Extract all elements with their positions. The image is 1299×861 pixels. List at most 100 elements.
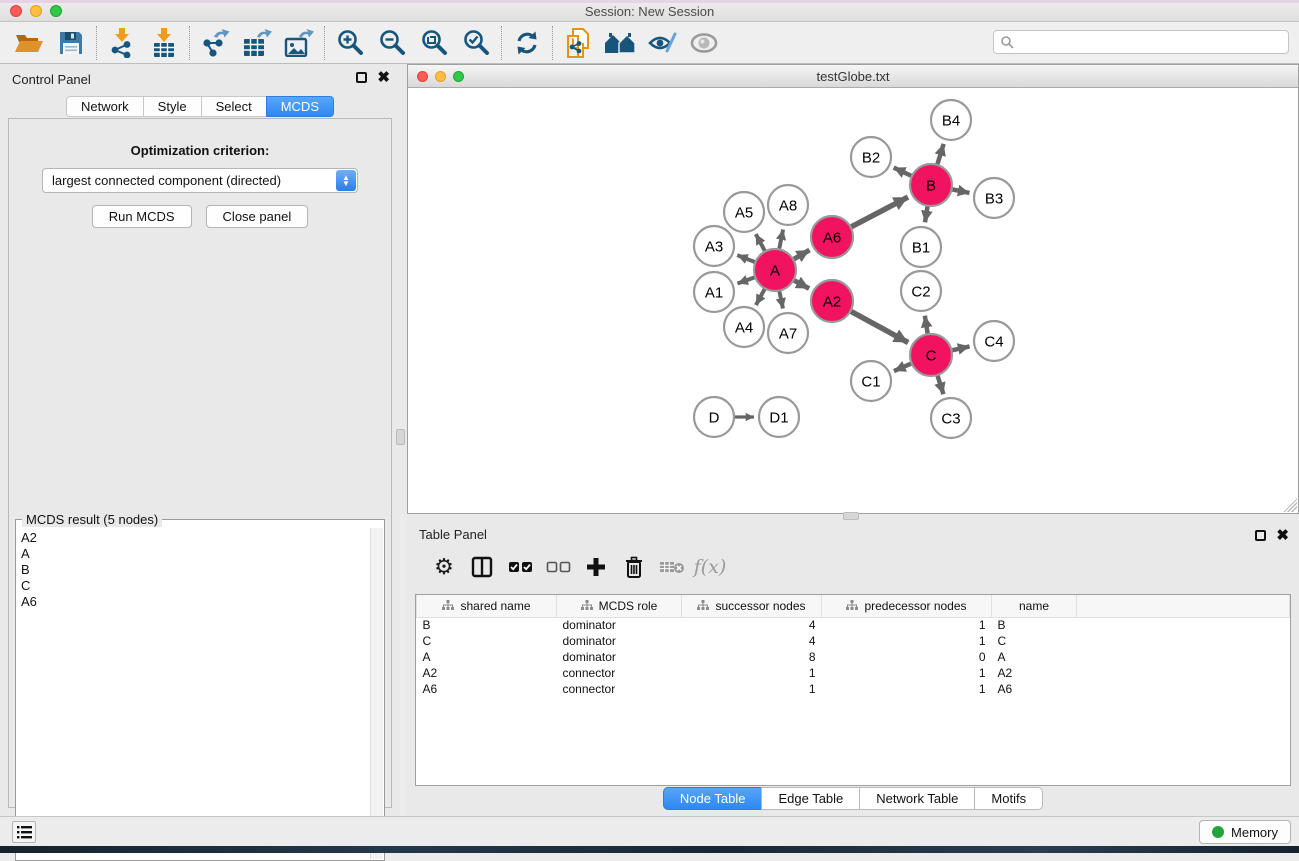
table-settings-button[interactable]: ⚙	[425, 550, 463, 584]
column-header-shared-name[interactable]: shared name	[417, 595, 557, 617]
task-list-icon	[17, 826, 32, 839]
result-scrollbar[interactable]	[370, 528, 383, 859]
memory-label: Memory	[1231, 825, 1278, 840]
tab-network[interactable]: Network	[66, 96, 143, 117]
graph-edge-A-A2[interactable]	[793, 280, 809, 289]
network-minimize-icon[interactable]	[435, 71, 446, 82]
mcds-result-title: MCDS result (5 nodes)	[22, 512, 162, 527]
show-graphics-details-button[interactable]	[683, 25, 725, 61]
table-row[interactable]: A dominator 8 0 A	[417, 649, 1290, 665]
window-resize-grip-icon[interactable]	[1283, 498, 1297, 512]
refresh-icon	[514, 30, 540, 56]
tab-select[interactable]: Select	[201, 96, 266, 117]
save-session-button[interactable]	[50, 25, 92, 61]
graph-edge-B-B2[interactable]	[894, 168, 912, 177]
export-network-button[interactable]	[194, 25, 236, 61]
zoom-selected-button[interactable]	[455, 25, 497, 61]
export-image-icon	[284, 29, 314, 57]
new-network-from-selection-button[interactable]	[557, 25, 599, 61]
function-builder-icon: f(x)	[694, 556, 727, 578]
horizontal-split-handle[interactable]	[843, 512, 859, 520]
column-header-predecessor-nodes[interactable]: predecessor nodes	[822, 595, 992, 617]
graph-edge-A6-B[interactable]	[851, 197, 908, 227]
split-view-button[interactable]	[463, 550, 501, 584]
select-all-columns-button[interactable]	[501, 550, 539, 584]
tab-motifs[interactable]: Motifs	[974, 787, 1043, 810]
network-graph[interactable]: AA1A2A3A4A5A6A7A8BB1B2B3B4CC1C2C3C4DD1	[408, 88, 1298, 513]
close-table-panel-icon[interactable]: ✖	[1276, 530, 1289, 541]
close-panel-button[interactable]: Close panel	[206, 205, 309, 228]
graph-edge-C-C2[interactable]	[925, 316, 928, 335]
network-canvas[interactable]: AA1A2A3A4A5A6A7A8BB1B2B3B4CC1C2C3C4DD1	[408, 88, 1298, 513]
add-column-button[interactable]	[577, 550, 615, 584]
zoom-out-button[interactable]	[371, 25, 413, 61]
tab-style[interactable]: Style	[143, 96, 201, 117]
zoom-window-icon[interactable]	[50, 5, 62, 17]
column-header-successor-nodes[interactable]: successor nodes	[682, 595, 822, 617]
tab-edge-table[interactable]: Edge Table	[761, 787, 859, 810]
graph-edge-A-A8[interactable]	[779, 230, 783, 250]
import-table-icon	[151, 28, 177, 58]
function-builder-button[interactable]: f(x)	[691, 550, 729, 584]
zoom-in-button[interactable]	[329, 25, 371, 61]
graph-edge-A-A7[interactable]	[779, 291, 783, 309]
first-neighbors-button[interactable]	[599, 25, 641, 61]
first-neighbors-icon	[603, 31, 637, 55]
run-mcds-button[interactable]: Run MCDS	[92, 205, 192, 228]
graph-edge-B-B4[interactable]	[937, 144, 943, 165]
graph-edge-B-B1[interactable]	[925, 206, 928, 223]
node-table[interactable]: shared name MCDS role	[415, 594, 1291, 786]
graph-node-label-A2: A2	[823, 293, 841, 310]
refresh-button[interactable]	[506, 25, 548, 61]
tab-mcds[interactable]: MCDS	[266, 96, 334, 117]
table-row[interactable]: A6 connector 1 1 A6	[417, 681, 1290, 697]
close-panel-icon[interactable]: ✖	[377, 72, 390, 83]
mcds-result-list[interactable]: A2 A B C A6	[17, 528, 370, 859]
graph-edge-A-A4[interactable]	[756, 288, 765, 305]
graph-edge-A-A3[interactable]	[737, 255, 755, 262]
graph-edge-A-A6[interactable]	[793, 250, 809, 259]
column-header-name[interactable]: name	[992, 595, 1077, 617]
close-window-icon[interactable]	[10, 5, 22, 17]
network-zoom-icon[interactable]	[453, 71, 464, 82]
import-table-button[interactable]	[143, 25, 185, 61]
graph-edge-C-C4[interactable]	[951, 346, 969, 350]
open-session-button[interactable]	[8, 25, 50, 61]
criterion-dropdown[interactable]: largest connected component (directed) ▲…	[42, 168, 358, 193]
search-input[interactable]	[1014, 35, 1288, 49]
float-table-panel-icon[interactable]	[1255, 530, 1266, 541]
import-network-button[interactable]	[101, 25, 143, 61]
column-header-mcds-role[interactable]: MCDS role	[557, 595, 682, 617]
result-item: C	[21, 578, 366, 594]
memory-button[interactable]: Memory	[1199, 820, 1291, 844]
search-field[interactable]	[993, 30, 1289, 54]
table-row[interactable]: A2 connector 1 1 A2	[417, 665, 1290, 681]
minimize-window-icon[interactable]	[30, 5, 42, 17]
hide-graphics-details-button[interactable]	[641, 25, 683, 61]
table-tabs: Node Table Edge Table Network Table Moti…	[407, 787, 1299, 810]
table-panel: Table Panel ✖ ⚙	[407, 522, 1299, 816]
float-panel-icon[interactable]	[356, 72, 367, 83]
zoom-fit-button[interactable]	[413, 25, 455, 61]
task-history-button[interactable]	[12, 821, 36, 843]
graph-edge-A-A1[interactable]	[738, 277, 756, 283]
tab-network-table[interactable]: Network Table	[859, 787, 974, 810]
graph-node-label-C2: C2	[911, 283, 930, 300]
hierarchy-icon	[697, 600, 709, 611]
vertical-split-handle[interactable]	[396, 429, 405, 445]
export-table-button[interactable]	[236, 25, 278, 61]
graph-edge-A-A5[interactable]	[756, 234, 765, 251]
export-image-button[interactable]	[278, 25, 320, 61]
delete-table-button[interactable]	[653, 550, 691, 584]
graph-edge-B-B3[interactable]	[952, 189, 970, 193]
network-close-icon[interactable]	[417, 71, 428, 82]
delete-column-button[interactable]	[615, 550, 653, 584]
zoom-selected-icon	[463, 29, 490, 56]
graph-edge-C-C1[interactable]	[894, 363, 912, 371]
table-row[interactable]: C dominator 4 1 C	[417, 633, 1290, 649]
graph-edge-C-C3[interactable]	[937, 375, 943, 394]
graph-edge-A2-C[interactable]	[850, 311, 908, 342]
table-row[interactable]: B dominator 4 1 B	[417, 617, 1290, 633]
tab-node-table[interactable]: Node Table	[663, 787, 762, 810]
unselect-all-columns-button[interactable]	[539, 550, 577, 584]
